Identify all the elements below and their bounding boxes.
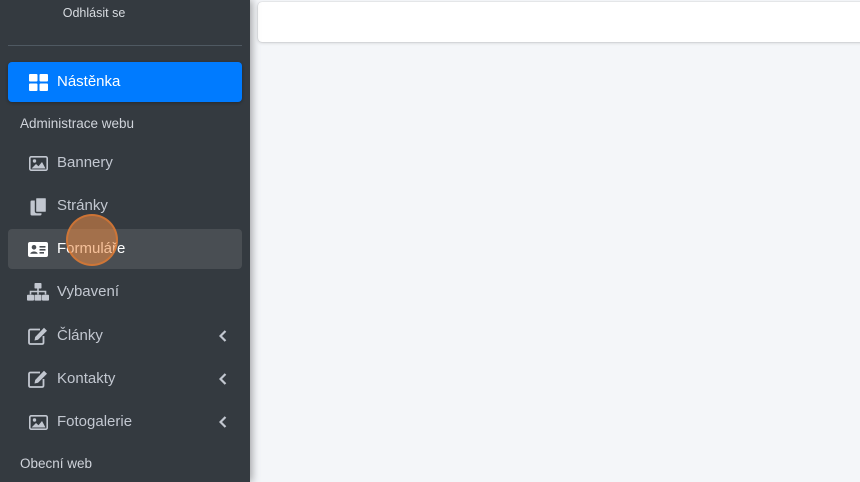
sitemap-icon xyxy=(27,282,49,302)
chevron-left-icon xyxy=(218,373,228,385)
dashboard-icon xyxy=(27,72,49,92)
sidebar: Odhlásit se Nástěnka Administrace webu B… xyxy=(0,0,250,482)
sidebar-item-label: Stránky xyxy=(57,197,108,214)
chevron-left-icon xyxy=(218,330,228,342)
sidebar-item-banners[interactable]: Bannery xyxy=(8,143,242,183)
main-content xyxy=(250,0,860,482)
sidebar-item-photo-gallery[interactable]: Fotogalerie xyxy=(8,402,242,442)
nav-header-admin: Administrace webu xyxy=(20,116,135,131)
sidebar-item-label: Vybavení xyxy=(57,283,119,300)
sidebar-item-dashboard[interactable]: Nástěnka xyxy=(8,62,242,102)
sidebar-item-label: Fotogalerie xyxy=(57,413,133,430)
sidebar-item-label: Bannery xyxy=(57,154,113,171)
copy-icon xyxy=(27,196,49,216)
logout-link[interactable]: Odhlásit se xyxy=(0,6,188,20)
sidebar-item-label: Články xyxy=(57,327,103,344)
image-icon xyxy=(27,412,49,432)
edit-icon xyxy=(27,326,49,346)
sidebar-item-label: Formuláře xyxy=(57,240,126,257)
sidebar-item-forms[interactable]: Formuláře xyxy=(8,229,242,269)
image-icon xyxy=(27,153,49,173)
sidebar-item-pages[interactable]: Stránky xyxy=(8,186,242,226)
id-card-icon xyxy=(27,239,49,259)
top-navbar xyxy=(258,2,860,42)
sidebar-divider xyxy=(8,45,242,46)
edit-icon xyxy=(27,369,49,389)
sidebar-item-label: Kontakty xyxy=(57,370,116,387)
chevron-left-icon xyxy=(218,416,228,428)
sidebar-item-equipment[interactable]: Vybavení xyxy=(8,272,242,312)
nav-header-public-web: Obecní web xyxy=(20,456,93,471)
app-window: Odhlásit se Nástěnka Administrace webu B… xyxy=(0,0,860,482)
sidebar-item-articles[interactable]: Články xyxy=(8,316,242,356)
sidebar-item-label: Nástěnka xyxy=(57,73,121,90)
sidebar-item-contacts[interactable]: Kontakty xyxy=(8,359,242,399)
